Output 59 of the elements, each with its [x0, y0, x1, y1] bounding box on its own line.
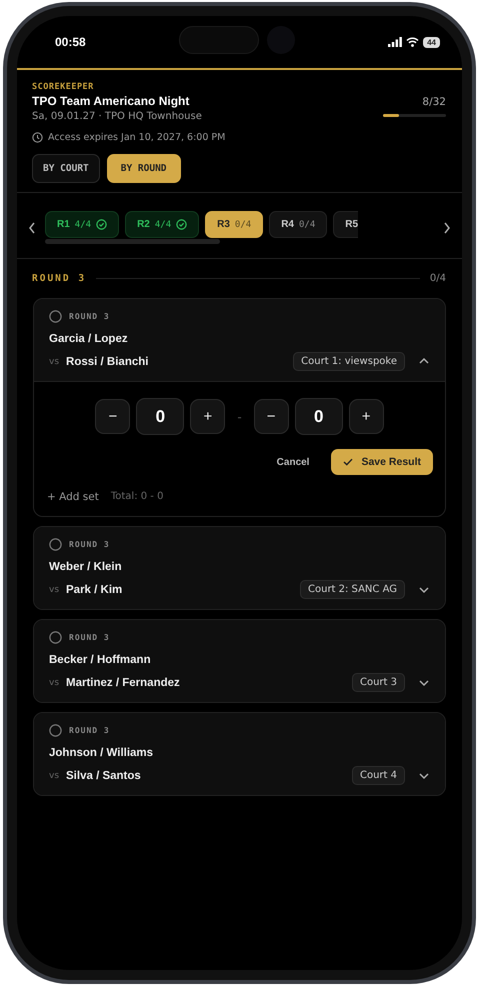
status-circle-icon — [49, 538, 62, 551]
check-circle-icon — [176, 219, 188, 230]
section-count: 0/4 — [430, 273, 446, 284]
court-tag: Court 2: SANC AG — [300, 580, 405, 599]
section-title: ROUND 3 — [32, 273, 86, 284]
check-circle-icon — [96, 219, 108, 230]
previous-icon[interactable] — [27, 220, 37, 234]
team-name: Silva / Santos — [66, 770, 142, 782]
next-icon[interactable] — [442, 220, 452, 234]
decrement-button[interactable]: − — [254, 399, 289, 434]
check-icon — [343, 458, 354, 466]
status-circle-icon — [49, 310, 62, 323]
access-expiry: Access expires Jan 10, 2027, 6:00 PM — [48, 132, 226, 143]
increment-button[interactable]: + — [190, 399, 226, 434]
decrement-button[interactable]: − — [95, 399, 130, 434]
match-round: ROUND 3 — [69, 726, 110, 735]
round-tab[interactable]: R3 0/4 — [205, 211, 264, 238]
status-circle-icon — [49, 724, 62, 737]
match-round: ROUND 3 — [69, 312, 110, 321]
save-button[interactable]: Save Result — [331, 449, 433, 475]
battery-indicator: 44 — [423, 36, 440, 48]
view-tab[interactable]: BY ROUND — [106, 154, 181, 183]
team-name: Weber / Klein — [49, 561, 123, 573]
match-round: ROUND 3 — [69, 540, 110, 549]
role-label: SCOREKEEPER — [32, 82, 95, 92]
event-title: TPO Team Americano Night — [32, 94, 190, 108]
total-score: Total: 0 - 0 — [110, 491, 164, 503]
score-field[interactable]: 0 — [294, 398, 343, 435]
round-tab[interactable]: R4 0/4 — [269, 211, 328, 238]
add-set-button[interactable]: + Add set — [47, 491, 99, 503]
team-name: Park / Kim — [66, 584, 124, 596]
team-name: Johnson / Williams — [49, 747, 154, 759]
court-tag: Court 3 — [352, 673, 405, 692]
vs-label: vs — [49, 356, 60, 366]
increment-button[interactable]: + — [348, 399, 384, 434]
status-circle-icon — [49, 631, 62, 644]
team-name: Becker / Hoffmann — [49, 654, 152, 666]
clock-icon — [32, 132, 43, 143]
score-separator: - — [236, 410, 243, 424]
court-tag: Court 1: viewspoke — [293, 352, 405, 371]
team-name: Martinez / Fernandez — [66, 676, 181, 688]
cancel-button[interactable]: Cancel — [272, 452, 314, 472]
round-tab[interactable]: R2 4/4 — [125, 211, 200, 238]
vs-label: vs — [49, 678, 60, 688]
vs-label: vs — [49, 584, 60, 594]
view-tab[interactable]: BY COURT — [32, 154, 100, 183]
signal-icon — [388, 37, 402, 47]
vs-label: vs — [49, 770, 60, 780]
court-tag: Court 4 — [352, 766, 405, 785]
team-name: Rossi / Bianchi — [66, 356, 150, 368]
round-tab[interactable]: R5 — [333, 211, 358, 238]
team-name: Garcia / Lopez — [49, 333, 129, 345]
score-field[interactable]: 0 — [136, 398, 184, 435]
progress-count: 8/32 — [422, 96, 446, 108]
status-time: 00:58 — [55, 35, 86, 49]
event-subtitle: Sa, 09.01.27 · TPO HQ Townhouse — [32, 111, 202, 122]
wifi-icon — [406, 37, 420, 47]
match-round: ROUND 3 — [69, 633, 110, 642]
round-tab[interactable]: R1 4/4 — [45, 211, 120, 238]
